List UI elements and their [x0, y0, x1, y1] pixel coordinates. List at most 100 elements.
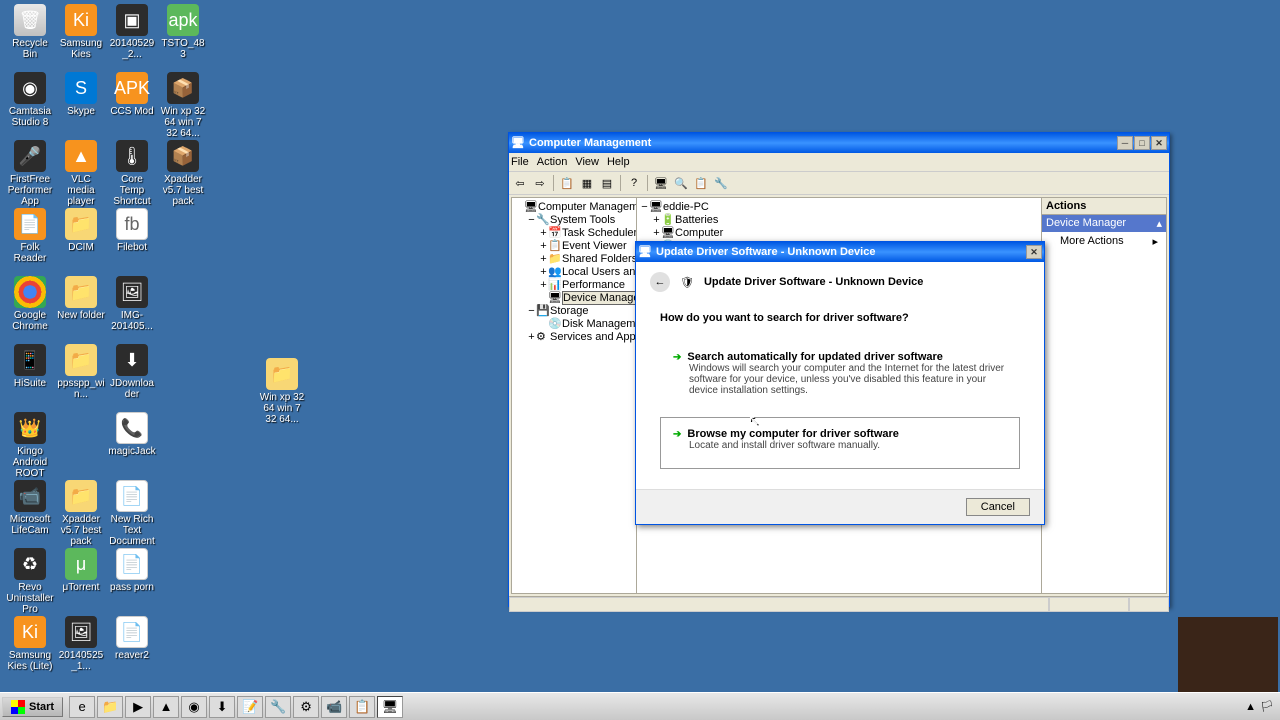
actions-category[interactable]: Device Manager ▴: [1042, 215, 1166, 232]
back-button[interactable]: ⇦: [511, 174, 529, 192]
device-item[interactable]: −🖥eddie-PC: [640, 201, 1038, 214]
desktop-icon[interactable]: 🎤FirstFree Performer App: [6, 140, 54, 207]
desktop-icon[interactable]: μμTorrent: [57, 548, 105, 593]
menu-view[interactable]: View: [575, 156, 599, 168]
mgmt-task-icon[interactable]: 🖥: [377, 696, 403, 718]
expand-icon[interactable]: +: [652, 214, 661, 227]
cancel-button[interactable]: Cancel: [966, 498, 1030, 516]
tool-button[interactable]: ▤: [598, 174, 616, 192]
desktop-icon[interactable]: 📄pass porn: [108, 548, 156, 593]
flag-icon[interactable]: 🏳: [1260, 700, 1274, 713]
desktop-icon[interactable]: 📄New Rich Text Document: [108, 480, 156, 547]
task-icon[interactable]: ⚙: [293, 696, 319, 718]
tool-button[interactable]: ▦: [578, 174, 596, 192]
desktop-icon[interactable]: 🌡Core Temp Shortcut: [108, 140, 156, 207]
tree-item[interactable]: 💿Disk Management: [515, 318, 633, 331]
expand-icon[interactable]: −: [527, 214, 536, 227]
tree-item[interactable]: −🔧System Tools: [515, 214, 633, 227]
forward-button[interactable]: ⇨: [531, 174, 549, 192]
dialog-titlebar[interactable]: 🖥 Update Driver Software - Unknown Devic…: [636, 242, 1044, 262]
desktop-icon[interactable]: KiSamsung Kies: [57, 4, 105, 60]
titlebar[interactable]: 🖥 Computer Management ─ □ ✕: [509, 133, 1169, 153]
tree-item[interactable]: +📁Shared Folders: [515, 253, 633, 266]
desktop-icon[interactable]: 🖼IMG-201405...: [108, 276, 156, 332]
tool-button[interactable]: 🔧: [712, 174, 730, 192]
expand-icon[interactable]: +: [539, 240, 548, 253]
system-tray[interactable]: ▲ 🏳: [1239, 700, 1280, 713]
desktop-icon[interactable]: ⬇JDownloader: [108, 344, 156, 400]
menu-action[interactable]: Action: [537, 156, 568, 168]
expand-icon[interactable]: +: [539, 266, 548, 279]
task-icon[interactable]: 📝: [237, 696, 263, 718]
search-automatically-option[interactable]: ➔Search automatically for updated driver…: [660, 340, 1020, 407]
close-button[interactable]: ✕: [1026, 245, 1042, 259]
tree-item[interactable]: +⚙Services and Applications: [515, 331, 633, 344]
desktop-icon[interactable]: 👑Kingo Android ROOT: [6, 412, 54, 479]
tree-item[interactable]: 🖥Device Manager: [515, 292, 633, 305]
desktop-icon[interactable]: ▲VLC media player: [57, 140, 105, 207]
ie-icon[interactable]: e: [69, 696, 95, 718]
menu-file[interactable]: File: [511, 156, 529, 168]
expand-icon[interactable]: +: [539, 279, 548, 292]
tree-item[interactable]: +📅Task Scheduler: [515, 227, 633, 240]
task-icon[interactable]: ⬇: [209, 696, 235, 718]
tree-item[interactable]: +📋Event Viewer: [515, 240, 633, 253]
desktop-icon[interactable]: 📹Microsoft LifeCam: [6, 480, 54, 536]
tree-item[interactable]: 🖥Computer Management (Local): [515, 201, 633, 214]
desktop-icon[interactable]: 📄reaver2: [108, 616, 156, 661]
desktop-icon[interactable]: SSkype: [57, 72, 105, 117]
desktop-icon[interactable]: 📁DCIM: [57, 208, 105, 253]
maximize-button[interactable]: □: [1134, 136, 1150, 150]
desktop-icon[interactable]: KiSamsung Kies (Lite): [6, 616, 54, 672]
browse-computer-option[interactable]: ➔Browse my computer for driver software …: [660, 417, 1020, 469]
desktop-icon[interactable]: ▣20140529_2...: [108, 4, 156, 60]
start-button[interactable]: Start: [2, 697, 63, 717]
task-icon[interactable]: 🔧: [265, 696, 291, 718]
minimize-button[interactable]: ─: [1117, 136, 1133, 150]
more-actions[interactable]: More Actions ▸: [1042, 232, 1166, 251]
explorer-icon[interactable]: 📁: [97, 696, 123, 718]
wmp-icon[interactable]: ▶: [125, 696, 151, 718]
desktop-icon[interactable]: 📱HiSuite: [6, 344, 54, 389]
desktop-icon[interactable]: Google Chrome: [6, 276, 54, 332]
desktop-icon[interactable]: apkTSTO_483: [159, 4, 207, 60]
desktop-icon[interactable]: 🖼20140525_1...: [57, 616, 105, 672]
desktop-icon[interactable]: 📁 Win xp 32 64 win 7 32 64...: [258, 358, 306, 425]
expand-icon[interactable]: +: [539, 227, 548, 240]
help-button[interactable]: ?: [625, 174, 643, 192]
desktop-icon[interactable]: 📄Folk Reader: [6, 208, 54, 264]
expand-icon[interactable]: −: [640, 201, 649, 214]
back-button[interactable]: ←: [650, 272, 670, 292]
task-icon[interactable]: 📋: [349, 696, 375, 718]
desktop-icon[interactable]: 🗑Recycle Bin: [6, 4, 54, 60]
desktop-icon[interactable]: 📁Xpadder v5.7 best pack: [57, 480, 105, 547]
desktop-icon[interactable]: 📁ppsspp_win...: [57, 344, 105, 400]
tool-button[interactable]: 🖥: [652, 174, 670, 192]
desktop-icon[interactable]: ♻Revo Uninstaller Pro: [6, 548, 54, 615]
icon-glyph: 📦: [167, 140, 199, 172]
expand-icon[interactable]: +: [652, 227, 661, 240]
tool-button[interactable]: 📋: [558, 174, 576, 192]
tool-button[interactable]: 📋: [692, 174, 710, 192]
tool-button[interactable]: 🔍: [672, 174, 690, 192]
chrome-icon[interactable]: ◉: [181, 696, 207, 718]
tray-icon[interactable]: ▲: [1245, 701, 1256, 713]
expand-icon[interactable]: +: [539, 253, 548, 266]
desktop-icon[interactable]: 📞magicJack: [108, 412, 156, 457]
tree-item[interactable]: +👥Local Users and Groups: [515, 266, 633, 279]
desktop-icon[interactable]: 📁New folder: [57, 276, 105, 321]
vlc-icon[interactable]: ▲: [153, 696, 179, 718]
desktop-icon[interactable]: fbFilebot: [108, 208, 156, 253]
device-item[interactable]: +🔋Batteries: [640, 214, 1038, 227]
desktop-icon[interactable]: ◉Camtasia Studio 8: [6, 72, 54, 128]
expand-icon[interactable]: +: [527, 331, 536, 344]
desktop-icon[interactable]: APKCCS Mod: [108, 72, 156, 117]
desktop-icon[interactable]: 📦Win xp 32 64 win 7 32 64...: [159, 72, 207, 139]
menu-help[interactable]: Help: [607, 156, 630, 168]
tree-item[interactable]: −💾Storage: [515, 305, 633, 318]
close-button[interactable]: ✕: [1151, 136, 1167, 150]
expand-icon[interactable]: −: [527, 305, 536, 318]
device-item[interactable]: +🖥Computer: [640, 227, 1038, 240]
desktop-icon[interactable]: 📦Xpadder v5.7 best pack: [159, 140, 207, 207]
task-icon[interactable]: 📹: [321, 696, 347, 718]
